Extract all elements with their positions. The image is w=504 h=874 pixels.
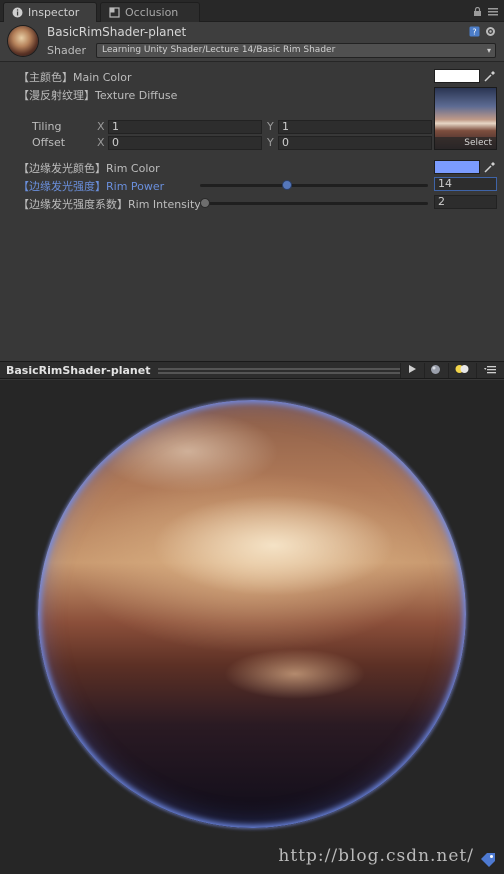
menu-icon <box>483 364 496 377</box>
tab-inspector[interactable]: Inspector <box>3 2 97 22</box>
rim-intensity-field[interactable]: 2 <box>434 195 497 209</box>
drag-handle[interactable] <box>158 372 400 374</box>
texture-select-button[interactable]: Select <box>435 137 496 149</box>
watermark-text: http://blog.csdn.net/ <box>278 846 474 866</box>
play-button[interactable] <box>400 363 422 378</box>
lock-icon[interactable] <box>473 6 482 16</box>
header-icons: ? <box>469 26 496 37</box>
drag-handle[interactable] <box>158 368 400 370</box>
material-name: BasicRimShader-planet <box>47 25 187 39</box>
rim-power-slider-thumb[interactable] <box>281 180 292 190</box>
material-header: BasicRimShader-planet Shader Learning Un… <box>0 22 504 62</box>
svg-text:?: ? <box>472 28 476 37</box>
rim-intensity-label: 【边缘发光强度系数】Rim Intensity <box>18 198 201 211</box>
texture-slot[interactable]: Select <box>434 87 497 150</box>
planet-sphere-preview <box>38 400 466 828</box>
main-color-label: 【主颜色】Main Color <box>18 71 132 84</box>
info-icon <box>12 7 23 18</box>
offset-y-label: Y <box>267 136 274 149</box>
preview-light-button[interactable] <box>448 363 474 378</box>
tiling-x-field[interactable]: 1 <box>108 120 262 134</box>
offset-label: Offset <box>32 136 66 149</box>
preview-title: BasicRimShader-planet <box>6 364 151 377</box>
shader-dropdown-value: Learning Unity Shader/Lecture 14/Basic R… <box>102 45 336 55</box>
offset-x-field[interactable]: 0 <box>108 136 262 150</box>
chevron-down-icon: ▾ <box>486 46 491 55</box>
material-preview[interactable]: http://blog.csdn.net/ <box>0 380 504 874</box>
rim-power-field[interactable]: 14 <box>434 177 497 191</box>
preview-settings-button[interactable] <box>476 363 502 378</box>
rim-intensity-slider[interactable] <box>205 202 428 205</box>
material-properties: 【主颜色】Main Color 【漫反射纹理】Texture Diffuse S… <box>0 63 504 359</box>
rim-color-label: 【边缘发光颜色】Rim Color <box>18 162 160 175</box>
lights-icon <box>455 364 469 377</box>
texture-diffuse-label: 【漫反射纹理】Texture Diffuse <box>18 89 178 102</box>
main-color-swatch[interactable] <box>434 69 480 83</box>
offset-y-field[interactable]: 0 <box>278 136 432 150</box>
eyedropper-icon[interactable] <box>484 161 496 173</box>
eyedropper-icon[interactable] <box>484 70 496 82</box>
material-thumbnail <box>8 26 38 56</box>
rim-intensity-slider-thumb[interactable] <box>200 198 210 208</box>
tiling-y-label: Y <box>267 120 274 133</box>
play-icon <box>407 364 417 377</box>
tab-menu-icon[interactable] <box>488 6 498 16</box>
tab-occlusion-label: Occlusion <box>125 6 179 19</box>
shader-dropdown[interactable]: Learning Unity Shader/Lecture 14/Basic R… <box>96 43 496 58</box>
tiling-label: Tiling <box>32 120 62 133</box>
offset-x-label: X <box>97 136 105 149</box>
settings-gear-icon[interactable] <box>485 26 496 37</box>
rim-color-swatch[interactable] <box>434 160 480 174</box>
sphere-icon <box>430 364 441 378</box>
tab-occlusion[interactable]: Occlusion <box>100 2 200 22</box>
rim-power-label: 【边缘发光强度】Rim Power <box>18 180 165 193</box>
help-icon[interactable]: ? <box>469 26 480 37</box>
rim-power-slider[interactable] <box>200 184 428 187</box>
tab-inspector-label: Inspector <box>28 6 80 19</box>
tiling-y-field[interactable]: 1 <box>278 120 432 134</box>
preview-mesh-button[interactable] <box>424 363 446 378</box>
tab-bar: Inspector Occlusion <box>0 0 504 22</box>
tag-icon <box>480 852 496 868</box>
preview-toolbar[interactable]: BasicRimShader-planet <box>0 361 504 379</box>
shader-label: Shader <box>47 44 86 57</box>
occlusion-icon <box>109 7 120 18</box>
tiling-x-label: X <box>97 120 105 133</box>
